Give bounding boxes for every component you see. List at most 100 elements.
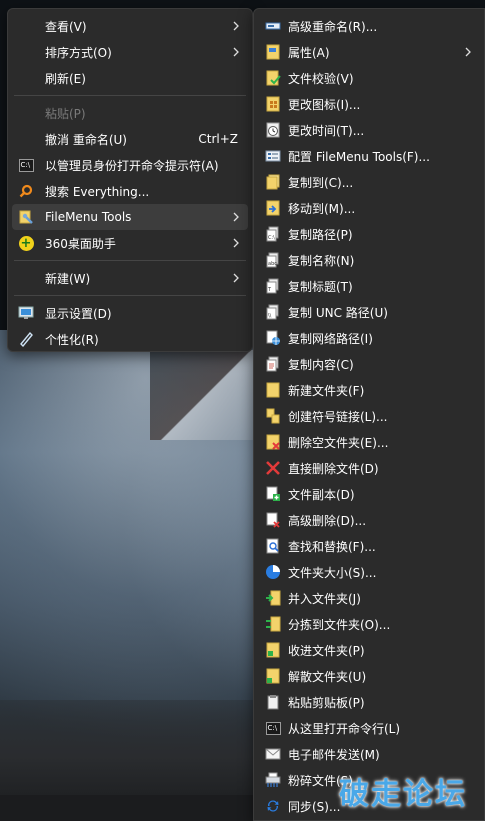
submenu-item-advanced-rename[interactable]: 高级重命名(R)...	[258, 13, 480, 39]
submenu-item-configure[interactable]: 配置 FileMenu Tools(F)...	[258, 143, 480, 169]
menu-item-label: 排序方式(O)	[45, 45, 112, 60]
change-icon-icon	[265, 96, 281, 112]
menu-separator	[14, 95, 246, 96]
duplicate-file-icon	[265, 486, 281, 502]
copy-unc-path-icon: \\	[265, 304, 281, 320]
menu-item-label: 文件夹大小(S)...	[288, 565, 377, 580]
chevron-right-icon	[233, 21, 239, 31]
chevron-right-icon	[465, 47, 471, 57]
menu-item-refresh[interactable]: 刷新(E)	[12, 65, 248, 91]
wallpaper-bottom	[0, 795, 260, 821]
personalize-pen-icon	[18, 331, 34, 347]
menu-item-filemenu-tools[interactable]: FileMenu Tools	[12, 204, 248, 230]
submenu-item-properties[interactable]: 属性(A)	[258, 39, 480, 65]
menu-item-view[interactable]: 查看(V)	[12, 13, 248, 39]
menu-item-label: 并入文件夹(J)	[288, 591, 361, 606]
menu-item-label: 复制标题(T)	[288, 279, 353, 294]
copy-to-icon	[265, 174, 281, 190]
filemenu-tools-icon	[18, 209, 34, 225]
menu-item-label: 复制内容(C)	[288, 357, 354, 372]
menu-item-label: 显示设置(D)	[45, 306, 112, 321]
new-folder-icon	[265, 382, 281, 398]
shortcut-text: Ctrl+Z	[198, 132, 238, 146]
move-to-icon	[265, 200, 281, 216]
submenu-item-copy-to[interactable]: 复制到(C)...	[258, 169, 480, 195]
submenu-item-copy-path[interactable]: C:\ 复制路径(P)	[258, 221, 480, 247]
submenu-item-open-cmd-here[interactable]: C:\ 从这里打开命令行(L)	[258, 715, 480, 741]
menu-item-label: 解散文件夹(U)	[288, 669, 367, 684]
submenu-item-unpack-folder[interactable]: 解散文件夹(U)	[258, 663, 480, 689]
menu-item-label: 从这里打开命令行(L)	[288, 721, 401, 736]
submenu-item-copy-unc-path[interactable]: \\ 复制 UNC 路径(U)	[258, 299, 480, 325]
menu-item-personalize[interactable]: 个性化(R)	[12, 326, 248, 352]
submenu-item-pack-folder[interactable]: 收进文件夹(P)	[258, 637, 480, 663]
submenu-item-checksum[interactable]: 文件校验(V)	[258, 65, 480, 91]
menu-item-label: 收进文件夹(P)	[288, 643, 365, 658]
menu-item-label: 移动到(M)...	[288, 201, 356, 216]
chevron-right-icon	[233, 47, 239, 57]
submenu-item-move-to[interactable]: 移动到(M)...	[258, 195, 480, 221]
submenu-item-paste-clipboard[interactable]: 粘贴剪贴板(P)	[258, 689, 480, 715]
menu-item-360-assistant[interactable]: + 360桌面助手	[12, 230, 248, 256]
svg-text:C:\: C:\	[268, 235, 275, 241]
properties-icon	[265, 44, 281, 60]
menu-item-label: 更改时间(T)...	[288, 123, 365, 138]
menu-item-label: 更改图标(I)...	[288, 97, 361, 112]
submenu-item-delete-empty-folders[interactable]: 删除空文件夹(E)...	[258, 429, 480, 455]
submenu-item-create-symlink[interactable]: 创建符号链接(L)...	[258, 403, 480, 429]
submenu-item-duplicate-file[interactable]: 文件副本(D)	[258, 481, 480, 507]
menu-item-label: 新建(W)	[45, 271, 91, 286]
menu-item-display-settings[interactable]: 显示设置(D)	[12, 300, 248, 326]
menu-item-new[interactable]: 新建(W)	[12, 265, 248, 291]
menu-item-label: 复制 UNC 路径(U)	[288, 305, 388, 320]
chevron-right-icon	[233, 238, 239, 248]
submenu-item-copy-network-path[interactable]: 复制网络路径(I)	[258, 325, 480, 351]
submenu-item-new-folder[interactable]: 新建文件夹(F)	[258, 377, 480, 403]
copy-title-icon: T	[265, 278, 281, 294]
menu-item-paste[interactable]: 粘贴(P)	[12, 100, 248, 126]
pack-folder-icon	[265, 642, 281, 658]
menu-separator	[14, 295, 246, 296]
submenu-item-copy-name[interactable]: abc 复制名称(N)	[258, 247, 480, 273]
submenu-item-change-icon[interactable]: 更改图标(I)...	[258, 91, 480, 117]
submenu-item-sort-to-folder[interactable]: 分拣到文件夹(O)...	[258, 611, 480, 637]
copy-content-icon	[265, 356, 281, 372]
submenu-item-send-email[interactable]: 电子邮件发送(M)	[258, 741, 480, 767]
email-icon	[265, 746, 281, 762]
delete-empty-folders-icon	[265, 434, 281, 450]
configure-icon	[265, 148, 281, 164]
submenu-item-copy-content[interactable]: 复制内容(C)	[258, 351, 480, 377]
shred-icon	[265, 772, 281, 788]
menu-item-label: 搜索 Everything...	[45, 184, 150, 199]
submenu-item-find-replace[interactable]: 查找和替换(F)...	[258, 533, 480, 559]
submenu-item-advanced-delete[interactable]: 高级删除(D)...	[258, 507, 480, 533]
menu-item-label: 查找和替换(F)...	[288, 539, 376, 554]
menu-item-label: 粘贴(P)	[45, 106, 86, 121]
chevron-right-icon	[233, 273, 239, 283]
submenu-item-folder-size[interactable]: 文件夹大小(S)...	[258, 559, 480, 585]
submenu-item-join-folder[interactable]: 并入文件夹(J)	[258, 585, 480, 611]
menu-separator	[14, 260, 246, 261]
menu-item-label: 分拣到文件夹(O)...	[288, 617, 391, 632]
checksum-icon	[265, 70, 281, 86]
menu-item-undo-rename[interactable]: 撤消 重命名(U) Ctrl+Z	[12, 126, 248, 152]
menu-item-label: 复制网络路径(I)	[288, 331, 373, 346]
menu-item-admin-cmd[interactable]: C:\ 以管理员身份打开命令提示符(A)	[12, 152, 248, 178]
submenu-item-change-time[interactable]: 更改时间(T)...	[258, 117, 480, 143]
folder-size-pie-icon	[265, 564, 281, 580]
svg-text:abc: abc	[268, 261, 277, 267]
submenu-item-copy-title[interactable]: T 复制标题(T)	[258, 273, 480, 299]
sync-icon	[265, 798, 281, 814]
menu-item-label: 以管理员身份打开命令提示符(A)	[45, 158, 219, 173]
rename-icon	[265, 18, 281, 34]
submenu-item-direct-delete[interactable]: 直接删除文件(D)	[258, 455, 480, 481]
command-line-icon: C:\	[265, 720, 281, 736]
menu-item-sort-by[interactable]: 排序方式(O)	[12, 39, 248, 65]
chevron-right-icon	[233, 212, 239, 222]
menu-item-label: 高级重命名(R)...	[288, 19, 378, 34]
menu-item-label: 查看(V)	[45, 19, 87, 34]
menu-item-label: 复制路径(P)	[288, 227, 353, 242]
menu-item-label: 创建符号链接(L)...	[288, 409, 388, 424]
menu-item-label: 撤消 重命名(U)	[45, 132, 127, 147]
menu-item-search-everything[interactable]: 搜索 Everything...	[12, 178, 248, 204]
